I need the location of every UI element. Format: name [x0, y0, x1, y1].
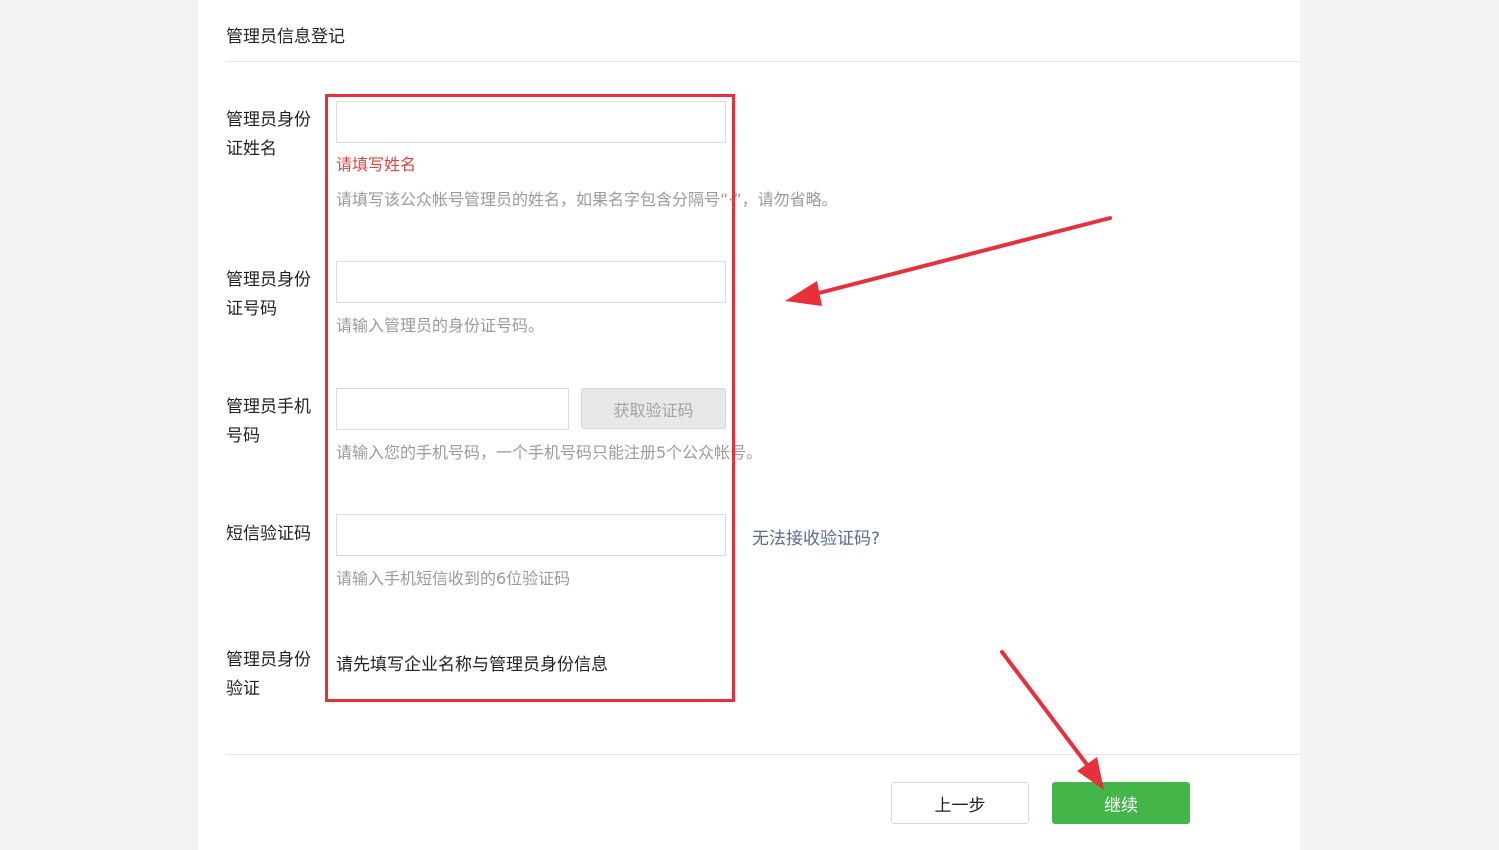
id-number-input[interactable]	[336, 261, 726, 303]
get-code-button[interactable]: 获取验证码	[581, 388, 726, 429]
id-number-hint: 请输入管理员的身份证号码。	[336, 316, 545, 335]
continue-button[interactable]: 继续	[1052, 782, 1190, 824]
id-number-label: 管理员身份证号码	[226, 270, 311, 319]
sms-code-hint: 请输入手机短信收到的6位验证码	[336, 569, 571, 588]
phone-hint: 请输入您的手机号码，一个手机号码只能注册5个公众帐号。	[336, 443, 763, 462]
cannot-receive-code-link[interactable]: 无法接收验证码?	[752, 524, 880, 549]
section-title: 管理员信息登记	[226, 27, 345, 47]
footer-divider	[226, 754, 1300, 755]
name-error: 请填写姓名	[336, 155, 417, 174]
identity-verify-label: 管理员身份验证	[226, 650, 311, 699]
sms-code-label: 短信验证码	[226, 524, 311, 544]
phone-input[interactable]	[336, 388, 569, 430]
prev-step-button[interactable]: 上一步	[891, 782, 1029, 824]
name-input[interactable]	[336, 101, 726, 143]
identity-verify-text: 请先填写企业名称与管理员身份信息	[336, 655, 608, 675]
header-divider	[226, 61, 1300, 62]
name-hint: 请填写该公众帐号管理员的姓名，如果名字包含分隔号“·”，请勿省略。	[336, 190, 838, 209]
phone-label: 管理员手机号码	[226, 397, 311, 446]
name-label: 管理员身份证姓名	[226, 110, 311, 159]
sms-code-input[interactable]	[336, 514, 726, 556]
